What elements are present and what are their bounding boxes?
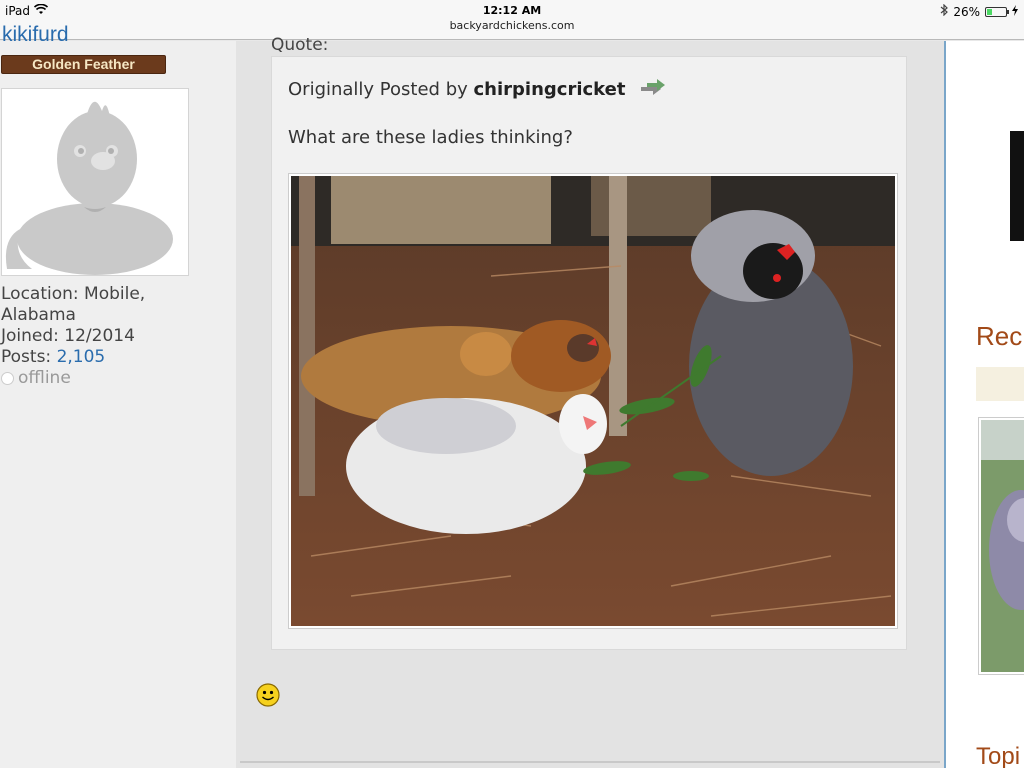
chicken-photo[interactable] bbox=[288, 173, 898, 629]
offline-dot-icon bbox=[1, 372, 14, 385]
posts-label: Posts: bbox=[1, 347, 57, 367]
status-bar: iPad 12:12 AM backyardchickens.com 26% bbox=[0, 0, 1024, 40]
quote-origin: Originally Posted by chirpingcricket bbox=[288, 79, 667, 102]
joined-date: Joined: 12/2014 bbox=[1, 326, 135, 346]
quote-label: Quote: bbox=[271, 35, 329, 55]
post-body: Quote: Originally Posted by chirpingcric… bbox=[236, 35, 944, 768]
quote-box: Originally Posted by chirpingcricket Wha… bbox=[271, 56, 907, 650]
bluetooth-icon bbox=[940, 3, 949, 19]
view-post-arrow-icon[interactable] bbox=[637, 79, 667, 102]
username-link[interactable]: kikifurd bbox=[2, 23, 69, 47]
recent-heading: Rec bbox=[976, 321, 1023, 351]
user-meta: Location: Mobile, Alabama Joined: 12/201… bbox=[1, 284, 145, 389]
right-sidebar: Rec Topi bbox=[946, 41, 1024, 768]
location-line-1: Location: Mobile, bbox=[1, 284, 146, 304]
status-text: offline bbox=[18, 368, 71, 388]
battery-icon bbox=[985, 6, 1009, 17]
avatar[interactable] bbox=[1, 88, 189, 276]
rank-badge: Golden Feather bbox=[1, 55, 166, 74]
ad-glyph bbox=[1010, 131, 1024, 241]
quote-text: What are these ladies thinking? bbox=[288, 127, 573, 148]
status-right: 26% bbox=[940, 3, 1018, 19]
status-center: 12:12 AM backyardchickens.com bbox=[0, 3, 1024, 33]
post-divider bbox=[240, 761, 940, 763]
recent-tab-bar[interactable] bbox=[976, 367, 1024, 401]
recent-thumbnail[interactable] bbox=[978, 417, 1024, 675]
clock: 12:12 AM bbox=[482, 4, 542, 17]
battery-percent: 26% bbox=[953, 4, 980, 19]
origin-author[interactable]: chirpingcricket bbox=[474, 79, 626, 100]
chicken-photo-image bbox=[291, 176, 895, 626]
topics-heading: Topi bbox=[976, 743, 1021, 768]
posts-count-row: Posts: 2,105 bbox=[1, 347, 145, 368]
origin-prefix: Originally Posted by bbox=[288, 79, 474, 100]
location-line-2: Alabama bbox=[1, 305, 76, 325]
address-url[interactable]: backyardchickens.com bbox=[0, 18, 1024, 33]
charging-icon bbox=[1012, 4, 1018, 19]
smiley-icon bbox=[256, 683, 280, 711]
posts-count-link[interactable]: 2,105 bbox=[57, 347, 106, 367]
online-status: offline bbox=[1, 368, 145, 389]
user-info-panel: kikifurd Golden Feather Location: Mobile… bbox=[0, 23, 236, 768]
